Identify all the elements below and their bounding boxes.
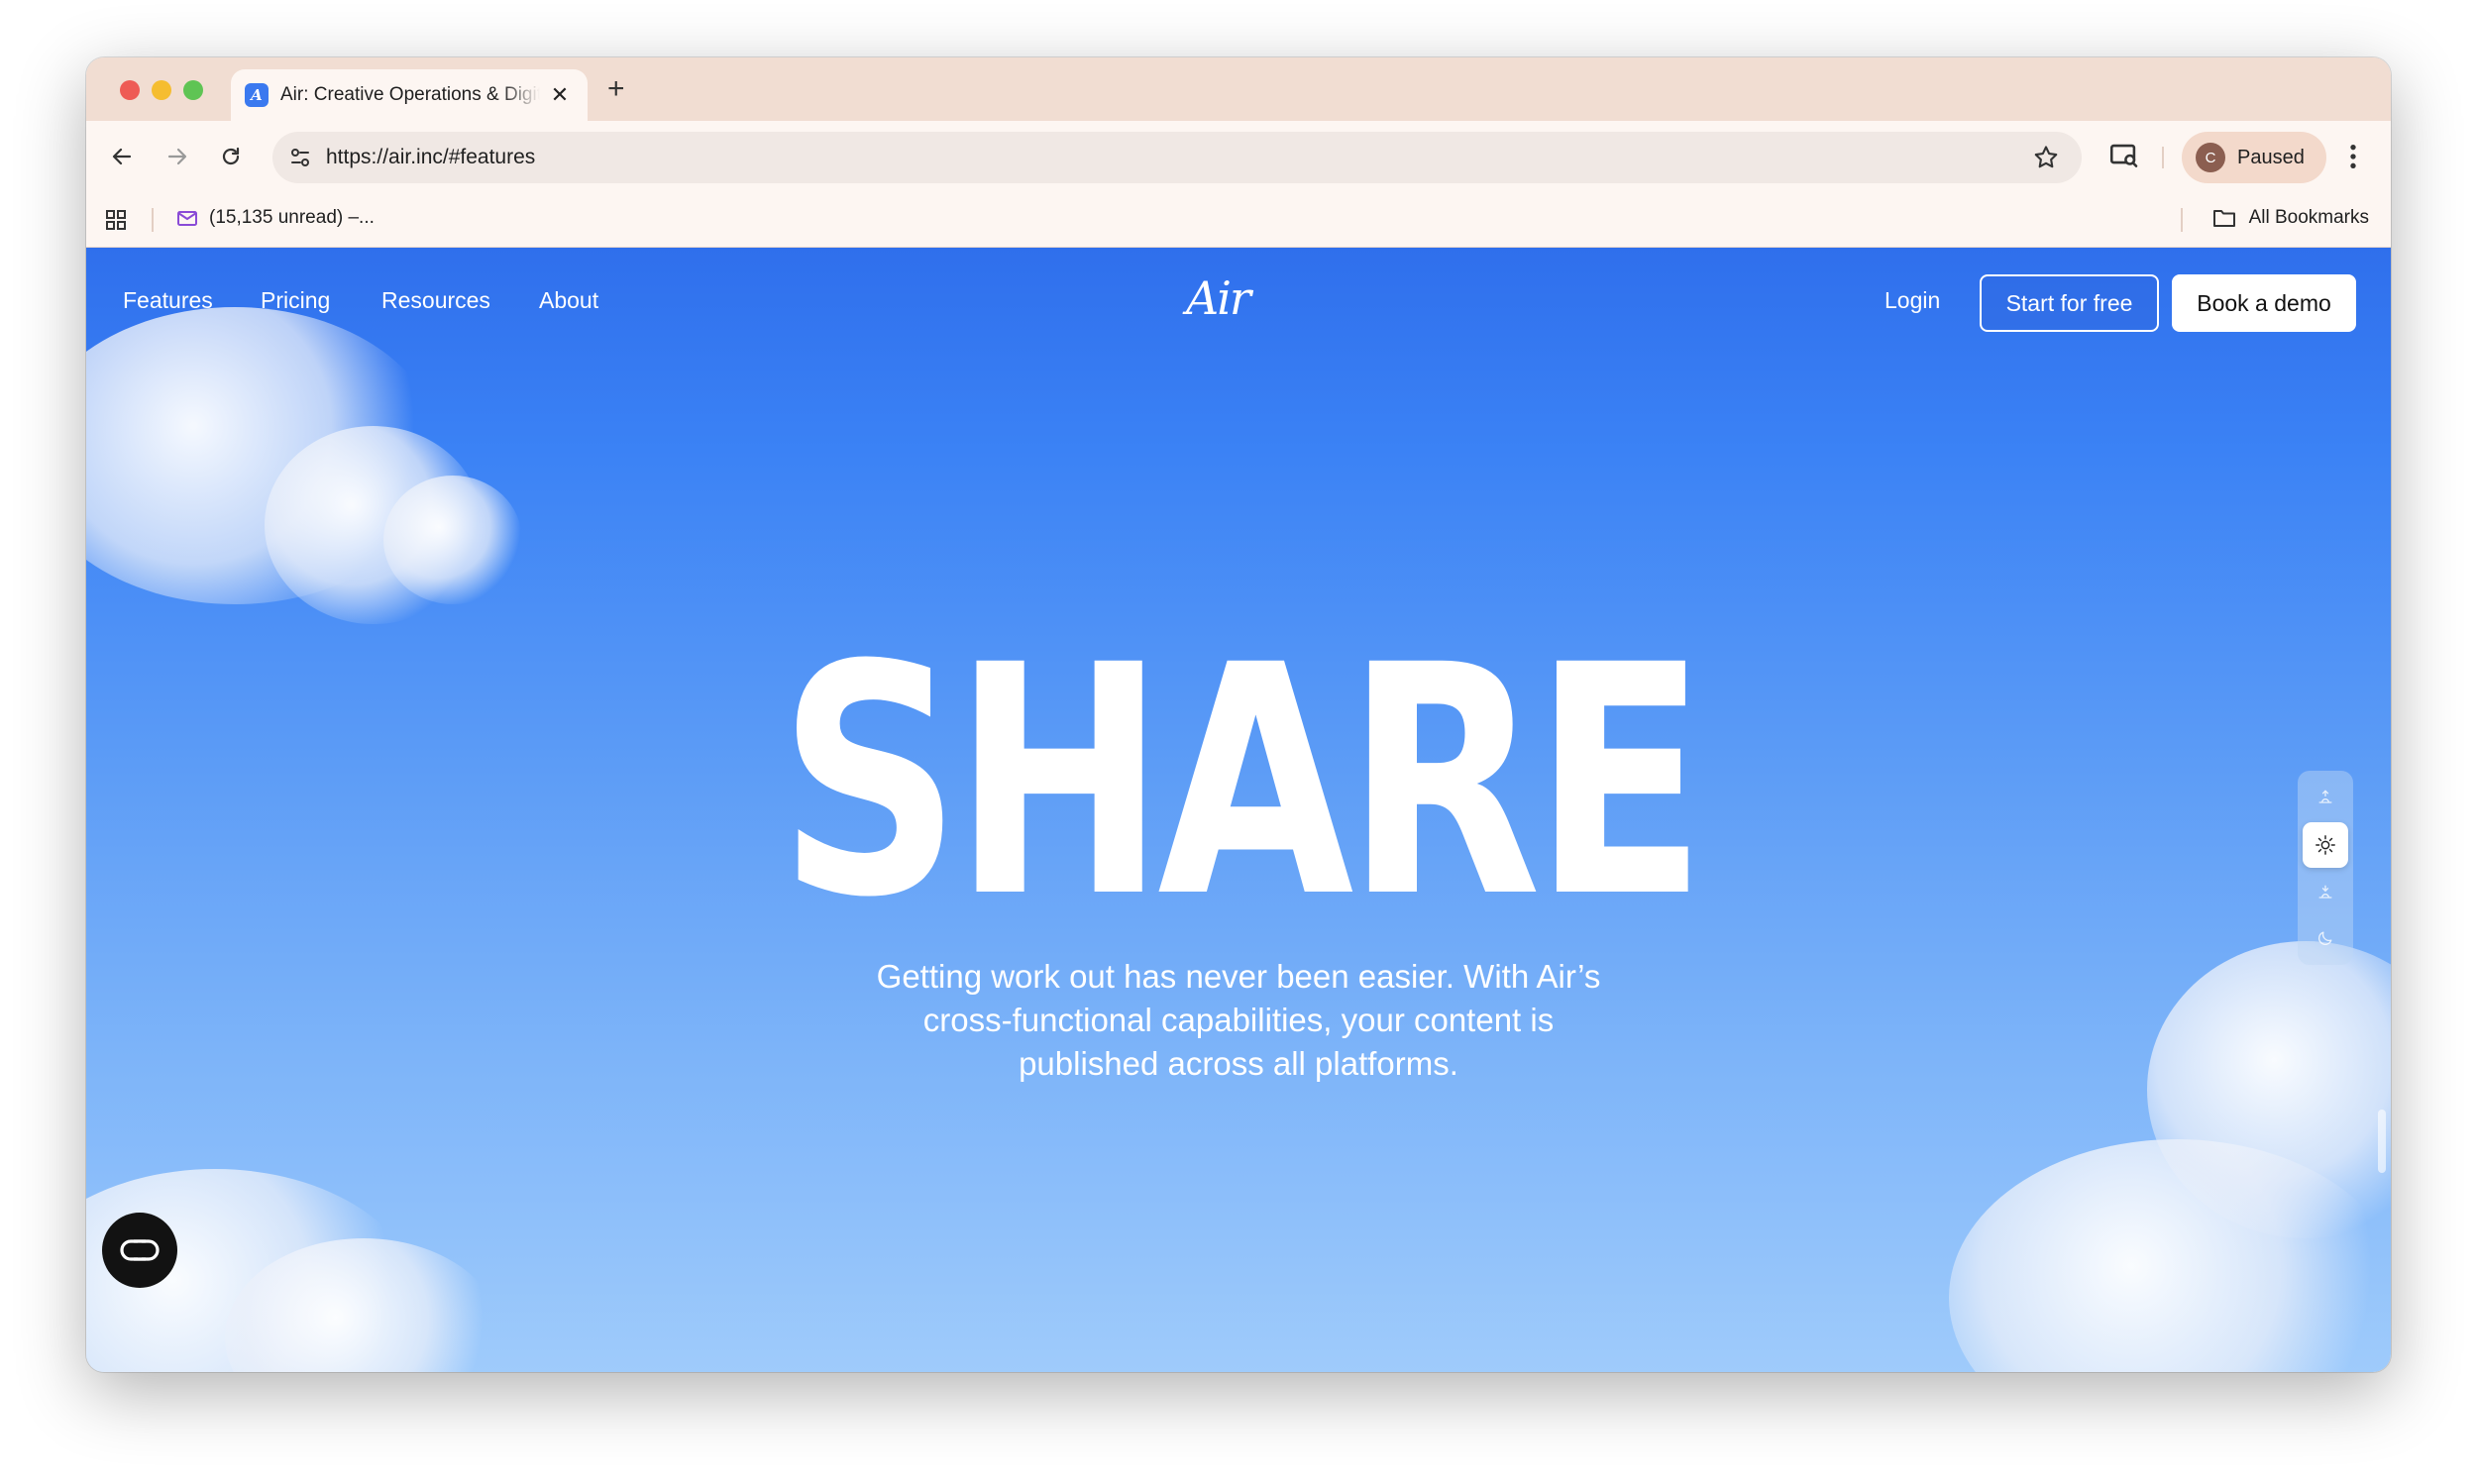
toolbar-divider <box>2162 147 2164 168</box>
air-favicon-icon: A <box>245 83 269 107</box>
tab-close-icon[interactable]: ✕ <box>548 82 572 108</box>
nav-about[interactable]: About <box>539 287 598 314</box>
nav-features[interactable]: Features <box>123 287 213 314</box>
login-link[interactable]: Login <box>1885 287 1940 314</box>
page-scrollbar[interactable] <box>2378 1110 2386 1173</box>
bookmark-star-icon[interactable] <box>2032 144 2060 176</box>
browser-toolbar: https://air.inc/#features C Paused <box>86 121 2391 192</box>
browser-window: A Air: Creative Operations & Digital Ass… <box>86 57 2391 1372</box>
address-bar[interactable]: https://air.inc/#features <box>272 132 2082 183</box>
close-window-button[interactable] <box>120 80 140 100</box>
time-of-day-switcher <box>2298 771 2353 965</box>
web-page: Features Pricing Resources About Air Log… <box>86 248 2391 1372</box>
all-bookmarks-label: All Bookmarks <box>2248 207 2369 228</box>
zoom-window-button[interactable] <box>183 80 203 100</box>
air-logo[interactable]: Air <box>1186 271 1251 325</box>
url-text: https://air.inc/#features <box>326 146 536 168</box>
forward-icon[interactable] <box>160 139 195 174</box>
new-tab-icon[interactable]: + <box>607 71 625 107</box>
back-icon[interactable] <box>104 139 140 174</box>
cloud-decoration <box>383 476 522 604</box>
book-demo-button[interactable]: Book a demo <box>2172 274 2356 332</box>
profile-status: Paused <box>2237 146 2305 168</box>
minimize-window-button[interactable] <box>152 80 171 100</box>
bookmark-mail[interactable]: (15,135 unread) –... <box>175 206 375 230</box>
bookmarks-divider <box>152 208 154 232</box>
mail-icon <box>177 211 197 226</box>
reload-icon[interactable] <box>213 139 249 174</box>
tab-strip: A Air: Creative Operations & Digital Ass… <box>86 57 2391 121</box>
bookmark-mail-label: (15,135 unread) –... <box>209 207 375 228</box>
hero-subcopy: Getting work out has never been easier. … <box>876 958 1601 1082</box>
browser-tab-active[interactable]: A Air: Creative Operations & Digital Ass… <box>231 69 588 121</box>
moon-icon[interactable] <box>2303 915 2348 961</box>
nav-resources[interactable]: Resources <box>381 287 490 314</box>
tab-title: Air: Creative Operations & Digital Asset… <box>280 84 540 105</box>
site-settings-icon[interactable] <box>286 144 314 171</box>
link-loop-icon <box>120 1239 160 1261</box>
folder-icon <box>2212 210 2235 227</box>
bookmarks-divider-right <box>2181 208 2183 232</box>
nav-pricing[interactable]: Pricing <box>261 287 330 314</box>
sunrise-icon[interactable] <box>2303 775 2348 820</box>
avatar: C <box>2196 143 2225 172</box>
floating-action-button[interactable] <box>102 1213 177 1288</box>
all-bookmarks-button[interactable]: All Bookmarks <box>2211 206 2369 230</box>
apps-grid-icon[interactable] <box>104 208 128 237</box>
hero-headline: SHARE <box>778 598 1707 967</box>
sunset-icon[interactable] <box>2303 870 2348 915</box>
tab-search-icon[interactable] <box>2107 139 2141 177</box>
profile-button[interactable]: C Paused <box>2182 132 2326 183</box>
start-for-free-button[interactable]: Start for free <box>1980 274 2159 332</box>
bookmarks-bar: (15,135 unread) –... All Bookmarks <box>86 192 2391 248</box>
more-menu-icon[interactable] <box>2347 141 2359 177</box>
sun-icon[interactable] <box>2303 822 2348 868</box>
